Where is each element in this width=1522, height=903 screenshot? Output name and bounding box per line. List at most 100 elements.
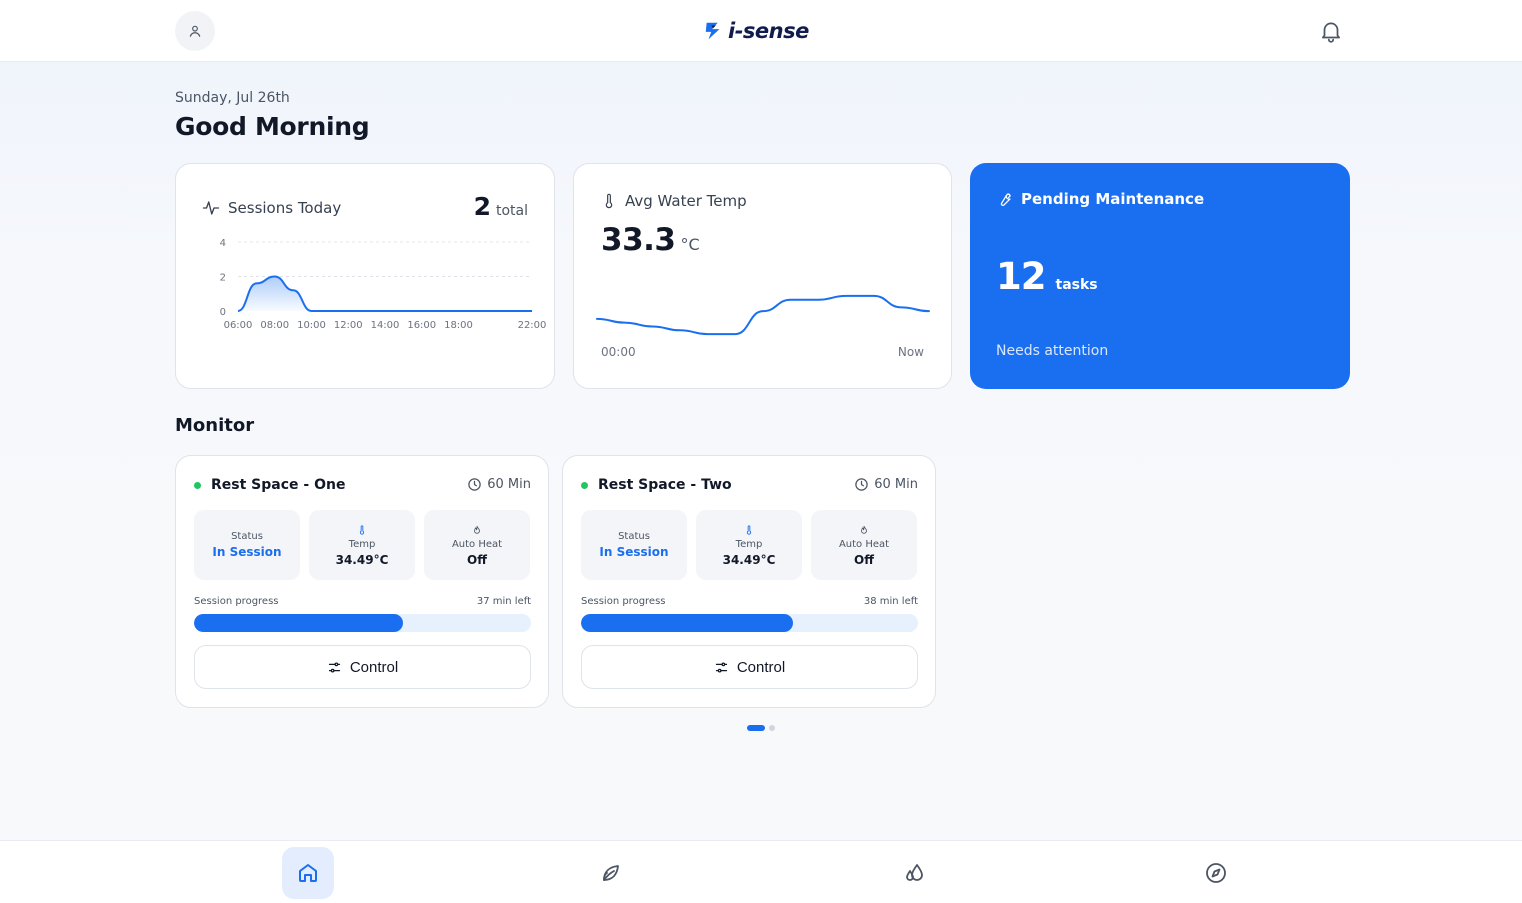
user-icon xyxy=(189,25,201,37)
clock-icon xyxy=(855,478,868,491)
temp-tile: Temp 34.49°C xyxy=(309,510,415,580)
temp-label: Temp xyxy=(348,538,376,550)
progress-row: Session progress 38 min left xyxy=(581,596,918,607)
session-duration-value: 60 Min xyxy=(874,477,918,492)
session-progress-bar xyxy=(581,614,918,632)
control-button[interactable]: Control xyxy=(581,645,918,689)
nav-leaf[interactable] xyxy=(585,847,637,899)
status-label: Status xyxy=(231,531,263,542)
sessions-chart: 4 2 0 06:00 08:00 10:00 12:00 14:00 16:00 18:00 22… xyxy=(220,238,547,331)
avg-water-temp-card[interactable]: Avg Water Temp 33.3 °C 00:00 Now xyxy=(573,163,952,389)
x-tick-label: 12:00 xyxy=(334,320,363,331)
status-tile: Status In Session xyxy=(194,510,300,580)
session-progress-fill xyxy=(581,614,794,632)
status-value: In Session xyxy=(212,545,282,559)
pager-dot-active[interactable] xyxy=(747,725,765,731)
nav-home[interactable] xyxy=(282,847,334,899)
status-value: In Session xyxy=(599,545,669,559)
thermometer-icon xyxy=(746,524,752,535)
x-tick-label: 18:00 xyxy=(444,320,473,331)
session-progress-fill xyxy=(194,614,403,632)
flame-icon xyxy=(474,525,480,534)
temp-line xyxy=(596,294,930,336)
monitor-card-title: Rest Space - Two xyxy=(581,477,732,493)
y-tick-label: 0 xyxy=(220,307,226,318)
monitor-card-rest-space-one[interactable]: Rest Space - One 60 Min Status In Sessio… xyxy=(175,455,549,708)
auto-heat-tile[interactable]: Auto Heat Off xyxy=(811,510,917,580)
session-progress-bar xyxy=(194,614,531,632)
flame-icon xyxy=(861,525,867,534)
clock-icon xyxy=(468,478,481,491)
maintenance-card-header: Pending Maintenance xyxy=(996,190,1204,208)
avatar-button[interactable] xyxy=(175,11,215,51)
session-duration: 60 Min xyxy=(854,477,918,492)
progress-label: Session progress xyxy=(194,596,279,607)
session-duration-value: 60 Min xyxy=(487,477,531,492)
maintenance-count-value: 12 xyxy=(996,255,1046,298)
status-label: Status xyxy=(618,531,650,542)
y-tick-label: 4 xyxy=(220,238,226,249)
x-tick-label: 14:00 xyxy=(371,320,400,331)
sliders-icon xyxy=(328,662,340,672)
monitor-card-name: Rest Space - One xyxy=(211,477,346,493)
monitor-card-title: Rest Space - One xyxy=(194,477,345,493)
brand-logo: i-sense xyxy=(703,18,809,44)
temp-value: 34.49°C xyxy=(335,552,389,567)
compass-icon xyxy=(1206,863,1226,883)
page-title: Good Morning xyxy=(175,112,370,141)
droplets-icon xyxy=(906,864,923,881)
auto-heat-tile[interactable]: Auto Heat Off xyxy=(424,510,530,580)
brand-name: i-sense xyxy=(728,19,809,43)
wrench-icon xyxy=(1000,192,1011,206)
progress-row: Session progress 37 min left xyxy=(194,596,531,607)
monitor-card-rest-space-two[interactable]: Rest Space - Two 60 Min Status In Sessio… xyxy=(562,455,936,708)
auto-heat-value: Off xyxy=(854,552,874,567)
temp-axis-end: Now xyxy=(897,345,924,359)
status-tiles: Status In Session Temp 34.49°C Auto Heat… xyxy=(581,510,917,580)
bell-icon[interactable] xyxy=(1318,18,1344,44)
monitor-section-title: Monitor xyxy=(175,415,255,436)
x-tick-label: 06:00 xyxy=(224,320,253,331)
maintenance-count: 12 tasks xyxy=(996,255,1098,298)
y-tick-label: 2 xyxy=(220,273,226,284)
carousel-pager xyxy=(747,725,775,731)
top-bar: i-sense xyxy=(0,0,1522,62)
x-tick-label: 08:00 xyxy=(260,320,289,331)
maintenance-card-title: Pending Maintenance xyxy=(1021,190,1205,208)
nav-explore[interactable] xyxy=(1190,847,1242,899)
thermometer-icon xyxy=(359,524,365,535)
status-tile: Status In Session xyxy=(581,510,687,580)
sliders-icon xyxy=(715,662,727,672)
status-tiles: Status In Session Temp 34.49°C Auto Heat… xyxy=(194,510,530,580)
sessions-today-card[interactable]: Sessions Today 2 total 4 2 0 06:00 08:00 10:0… xyxy=(175,163,555,389)
temp-label: Temp xyxy=(735,538,763,550)
pending-maintenance-card[interactable]: Pending Maintenance 12 tasks Needs atten… xyxy=(970,163,1350,389)
auto-heat-label: Auto Heat xyxy=(838,538,890,550)
current-date: Sunday, Jul 26th xyxy=(175,90,290,106)
home-icon xyxy=(299,864,317,882)
progress-label: Session progress xyxy=(581,596,666,607)
auto-heat-value: Off xyxy=(467,552,487,567)
session-duration: 60 Min xyxy=(467,477,531,492)
logo-mark-icon xyxy=(705,22,720,40)
bottom-nav xyxy=(0,840,1522,903)
auto-heat-label: Auto Heat xyxy=(451,538,503,550)
leaf-icon xyxy=(603,865,619,881)
x-tick-label: 10:00 xyxy=(297,320,326,331)
temp-axis-start: 00:00 xyxy=(601,345,636,359)
x-tick-label: 22:00 xyxy=(518,320,547,331)
pager-dot[interactable] xyxy=(769,725,775,731)
x-tick-label: 16:00 xyxy=(407,320,436,331)
maintenance-note: Needs attention xyxy=(996,343,1109,359)
maintenance-count-unit: tasks xyxy=(1055,277,1098,293)
monitor-card-name: Rest Space - Two xyxy=(598,477,732,493)
control-button[interactable]: Control xyxy=(194,645,531,689)
status-dot xyxy=(194,481,201,489)
control-button-label: Control xyxy=(736,658,786,676)
time-left: 37 min left xyxy=(476,596,531,607)
temp-tile: Temp 34.49°C xyxy=(696,510,802,580)
temp-value: 34.49°C xyxy=(722,552,776,567)
nav-droplets[interactable] xyxy=(888,847,940,899)
control-button-label: Control xyxy=(349,658,399,676)
time-left: 38 min left xyxy=(863,596,918,607)
